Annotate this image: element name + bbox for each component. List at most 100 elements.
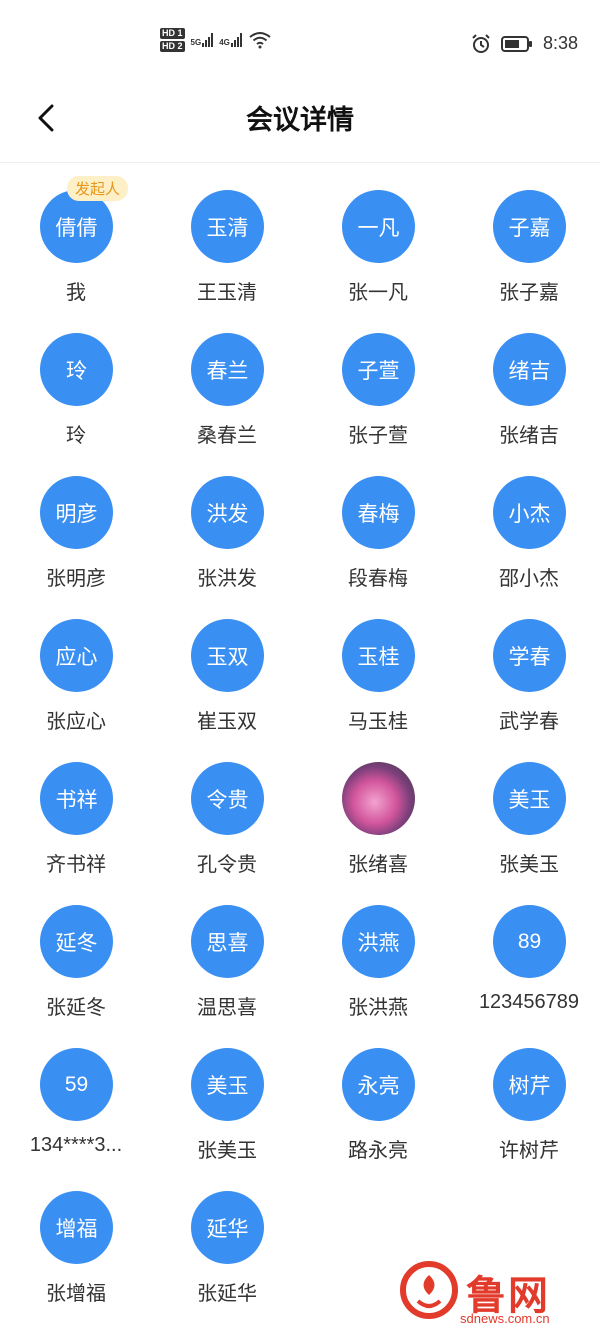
- alarm-icon: [472, 33, 490, 53]
- participant-item[interactable]: 子嘉 张子嘉: [453, 190, 600, 333]
- participant-item[interactable]: 张绪喜: [302, 762, 454, 905]
- participant-item[interactable]: 子萱 张子萱: [302, 333, 454, 476]
- signal-icon: [230, 33, 242, 47]
- avatar-photo: [342, 762, 415, 835]
- watermark-url: sdnews.com.cn: [460, 1311, 550, 1326]
- participant-item[interactable]: 延冬 张延冬: [0, 905, 152, 1048]
- participant-name: 武学春: [499, 711, 559, 733]
- participant-name: 张延冬: [46, 997, 106, 1019]
- participant-name: 许树芹: [499, 1140, 559, 1162]
- participant-item[interactable]: 应心 张应心: [0, 619, 152, 762]
- participant-name: 张洪燕: [348, 997, 408, 1019]
- hd2-icon: HD 2: [160, 41, 185, 52]
- network-indicators: HD 1 HD 2 5G 4G: [160, 28, 272, 52]
- participant-item[interactable]: 增福 张增福: [0, 1191, 152, 1334]
- participant-item[interactable]: 玲 玲: [0, 333, 152, 476]
- participant-item[interactable]: 延华 张延华: [151, 1191, 303, 1334]
- participant-item[interactable]: 洪燕 张洪燕: [302, 905, 454, 1048]
- participant-name: 孔令贵: [197, 854, 257, 876]
- participant-name: 张子萱: [348, 425, 408, 447]
- participant-item[interactable]: 玉清 王玉清: [151, 190, 303, 333]
- avatar: 令贵: [191, 762, 264, 835]
- avatar: 永亮: [342, 1048, 415, 1121]
- avatar: 玲: [40, 333, 113, 406]
- avatar: 89: [493, 905, 566, 978]
- avatar: 玉桂: [342, 619, 415, 692]
- participant-name: 张子嘉: [499, 282, 559, 304]
- participant-name: 张应心: [46, 711, 106, 733]
- avatar: 59: [40, 1048, 113, 1121]
- participant-name: 123456789: [478, 991, 580, 1013]
- participant-name: 张增福: [46, 1283, 106, 1305]
- participant-name: 张绪喜: [348, 854, 408, 876]
- participant-name: 张明彦: [46, 568, 106, 590]
- battery-icon: [500, 35, 532, 52]
- participant-name: 我: [66, 282, 86, 304]
- participant-item[interactable]: 春兰 桑春兰: [151, 333, 303, 476]
- participant-item[interactable]: 89 123456789: [453, 905, 600, 1048]
- watermark: 鲁网 sdnews.com.cn: [400, 1261, 582, 1331]
- avatar: 延冬: [40, 905, 113, 978]
- participant-item[interactable]: 玉双 崔玉双: [151, 619, 303, 762]
- participant-name: 王玉清: [197, 282, 257, 304]
- participant-item[interactable]: 倩倩 发起人 我: [0, 176, 152, 333]
- avatar: 美玉: [191, 1048, 264, 1121]
- participant-name: 134****3...: [29, 1134, 123, 1156]
- participant-item[interactable]: 59 134****3...: [0, 1048, 152, 1191]
- participant-item[interactable]: 小杰 邵小杰: [453, 476, 600, 619]
- avatar: 一凡: [342, 190, 415, 263]
- avatar: 子嘉: [493, 190, 566, 263]
- avatar: 洪发: [191, 476, 264, 549]
- participant-name: 邵小杰: [499, 568, 559, 590]
- participant-name: 张延华: [197, 1283, 257, 1305]
- participant-item[interactable]: 绪吉 张绪吉: [453, 333, 600, 476]
- avatar: 增福: [40, 1191, 113, 1264]
- avatar: 应心: [40, 619, 113, 692]
- participant-name: 张洪发: [197, 568, 257, 590]
- participant-item[interactable]: 美玉 张美玉: [151, 1048, 303, 1191]
- avatar: 思喜: [191, 905, 264, 978]
- initiator-badge: 发起人: [67, 176, 129, 201]
- avatar: 玉双: [191, 619, 264, 692]
- avatar: 延华: [191, 1191, 264, 1264]
- participant-item[interactable]: 春梅 段春梅: [302, 476, 454, 619]
- net-5g-label: 5G: [190, 38, 202, 47]
- participant-item[interactable]: 书祥 齐书祥: [0, 762, 152, 905]
- participant-name: 路永亮: [348, 1140, 408, 1162]
- status-bar: HD 1 HD 2 5G 4G 8:38: [0, 0, 600, 90]
- avatar: 洪燕: [342, 905, 415, 978]
- signal-icon: [202, 33, 214, 47]
- hd1-icon: HD 1: [160, 28, 185, 39]
- avatar: 树芹: [493, 1048, 566, 1121]
- avatar: 子萱: [342, 333, 415, 406]
- participant-name: 张美玉: [197, 1140, 257, 1162]
- participant-name: 张美玉: [499, 854, 559, 876]
- avatar: 明彦: [40, 476, 113, 549]
- avatar: 春兰: [191, 333, 264, 406]
- avatar: 学春: [493, 619, 566, 692]
- participant-item[interactable]: 明彦 张明彦: [0, 476, 152, 619]
- participant-item[interactable]: 一凡 张一凡: [302, 190, 454, 333]
- participant-name: 桑春兰: [197, 425, 257, 447]
- participant-item[interactable]: 思喜 温思喜: [151, 905, 303, 1048]
- signal-5g: 5G: [191, 33, 214, 47]
- avatar: 美玉: [493, 762, 566, 835]
- participant-item[interactable]: 永亮 路永亮: [302, 1048, 454, 1191]
- participant-name: 齐书祥: [46, 854, 106, 876]
- participant-item[interactable]: 洪发 张洪发: [151, 476, 303, 619]
- signal-4g: 4G: [219, 33, 242, 47]
- participant-item[interactable]: 学春 武学春: [453, 619, 600, 762]
- participant-name: 张一凡: [348, 282, 408, 304]
- participant-name: 温思喜: [197, 997, 257, 1019]
- participant-name: 玲: [66, 425, 86, 447]
- participant-name: 马玉桂: [348, 711, 408, 733]
- status-right: 8:38: [471, 33, 578, 54]
- participant-item[interactable]: 美玉 张美玉: [453, 762, 600, 905]
- participant-item[interactable]: 树芹 许树芹: [453, 1048, 600, 1191]
- wifi-icon: [249, 32, 271, 49]
- avatar: 小杰: [493, 476, 566, 549]
- app-header: 会议详情: [0, 90, 600, 163]
- participant-name: 张绪吉: [499, 425, 559, 447]
- participant-item[interactable]: 令贵 孔令贵: [151, 762, 303, 905]
- participant-item[interactable]: 玉桂 马玉桂: [302, 619, 454, 762]
